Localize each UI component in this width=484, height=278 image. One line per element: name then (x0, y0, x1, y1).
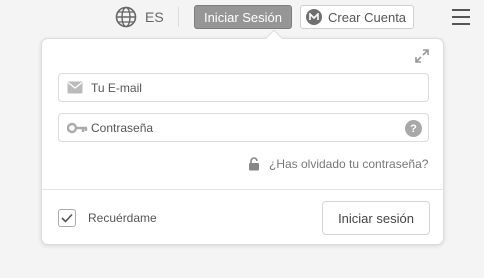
password-field[interactable]: ? (58, 113, 429, 142)
form-divider (42, 189, 443, 190)
checkmark-icon (61, 213, 73, 223)
remember-me-checkbox[interactable]: Recuérdame (58, 209, 157, 227)
forgot-password-label: ¿Has olvidado tu contraseña? (269, 157, 429, 171)
mega-logo-icon (306, 9, 322, 25)
email-input[interactable] (91, 77, 391, 98)
create-account-label: Crear Cuenta (328, 9, 407, 25)
language-code: ES (145, 9, 164, 25)
submit-login-button[interactable]: Iniciar sesión (322, 201, 430, 235)
email-field[interactable] (58, 73, 429, 102)
divider (178, 7, 179, 27)
checkbox[interactable] (58, 209, 76, 227)
password-input[interactable] (91, 117, 391, 138)
key-icon (67, 122, 88, 134)
language-selector[interactable]: ES (115, 6, 164, 28)
globe-icon (115, 6, 137, 28)
login-button[interactable]: Iniciar Sesión (194, 5, 292, 29)
create-account-button[interactable]: Crear Cuenta (300, 5, 414, 29)
help-icon[interactable]: ? (405, 120, 422, 137)
lock-icon (249, 157, 259, 171)
forgot-password-link[interactable]: ¿Has olvidado tu contraseña? (248, 157, 428, 171)
expand-icon[interactable] (415, 49, 429, 63)
hamburger-menu-icon[interactable] (452, 9, 470, 25)
login-popup: ? ¿Has olvidado tu contraseña? Recuérdam… (41, 29, 444, 245)
remember-me-label: Recuérdame (88, 211, 157, 225)
email-icon (67, 81, 83, 94)
top-bar: ES Iniciar Sesión Crear Cuenta (0, 0, 484, 34)
